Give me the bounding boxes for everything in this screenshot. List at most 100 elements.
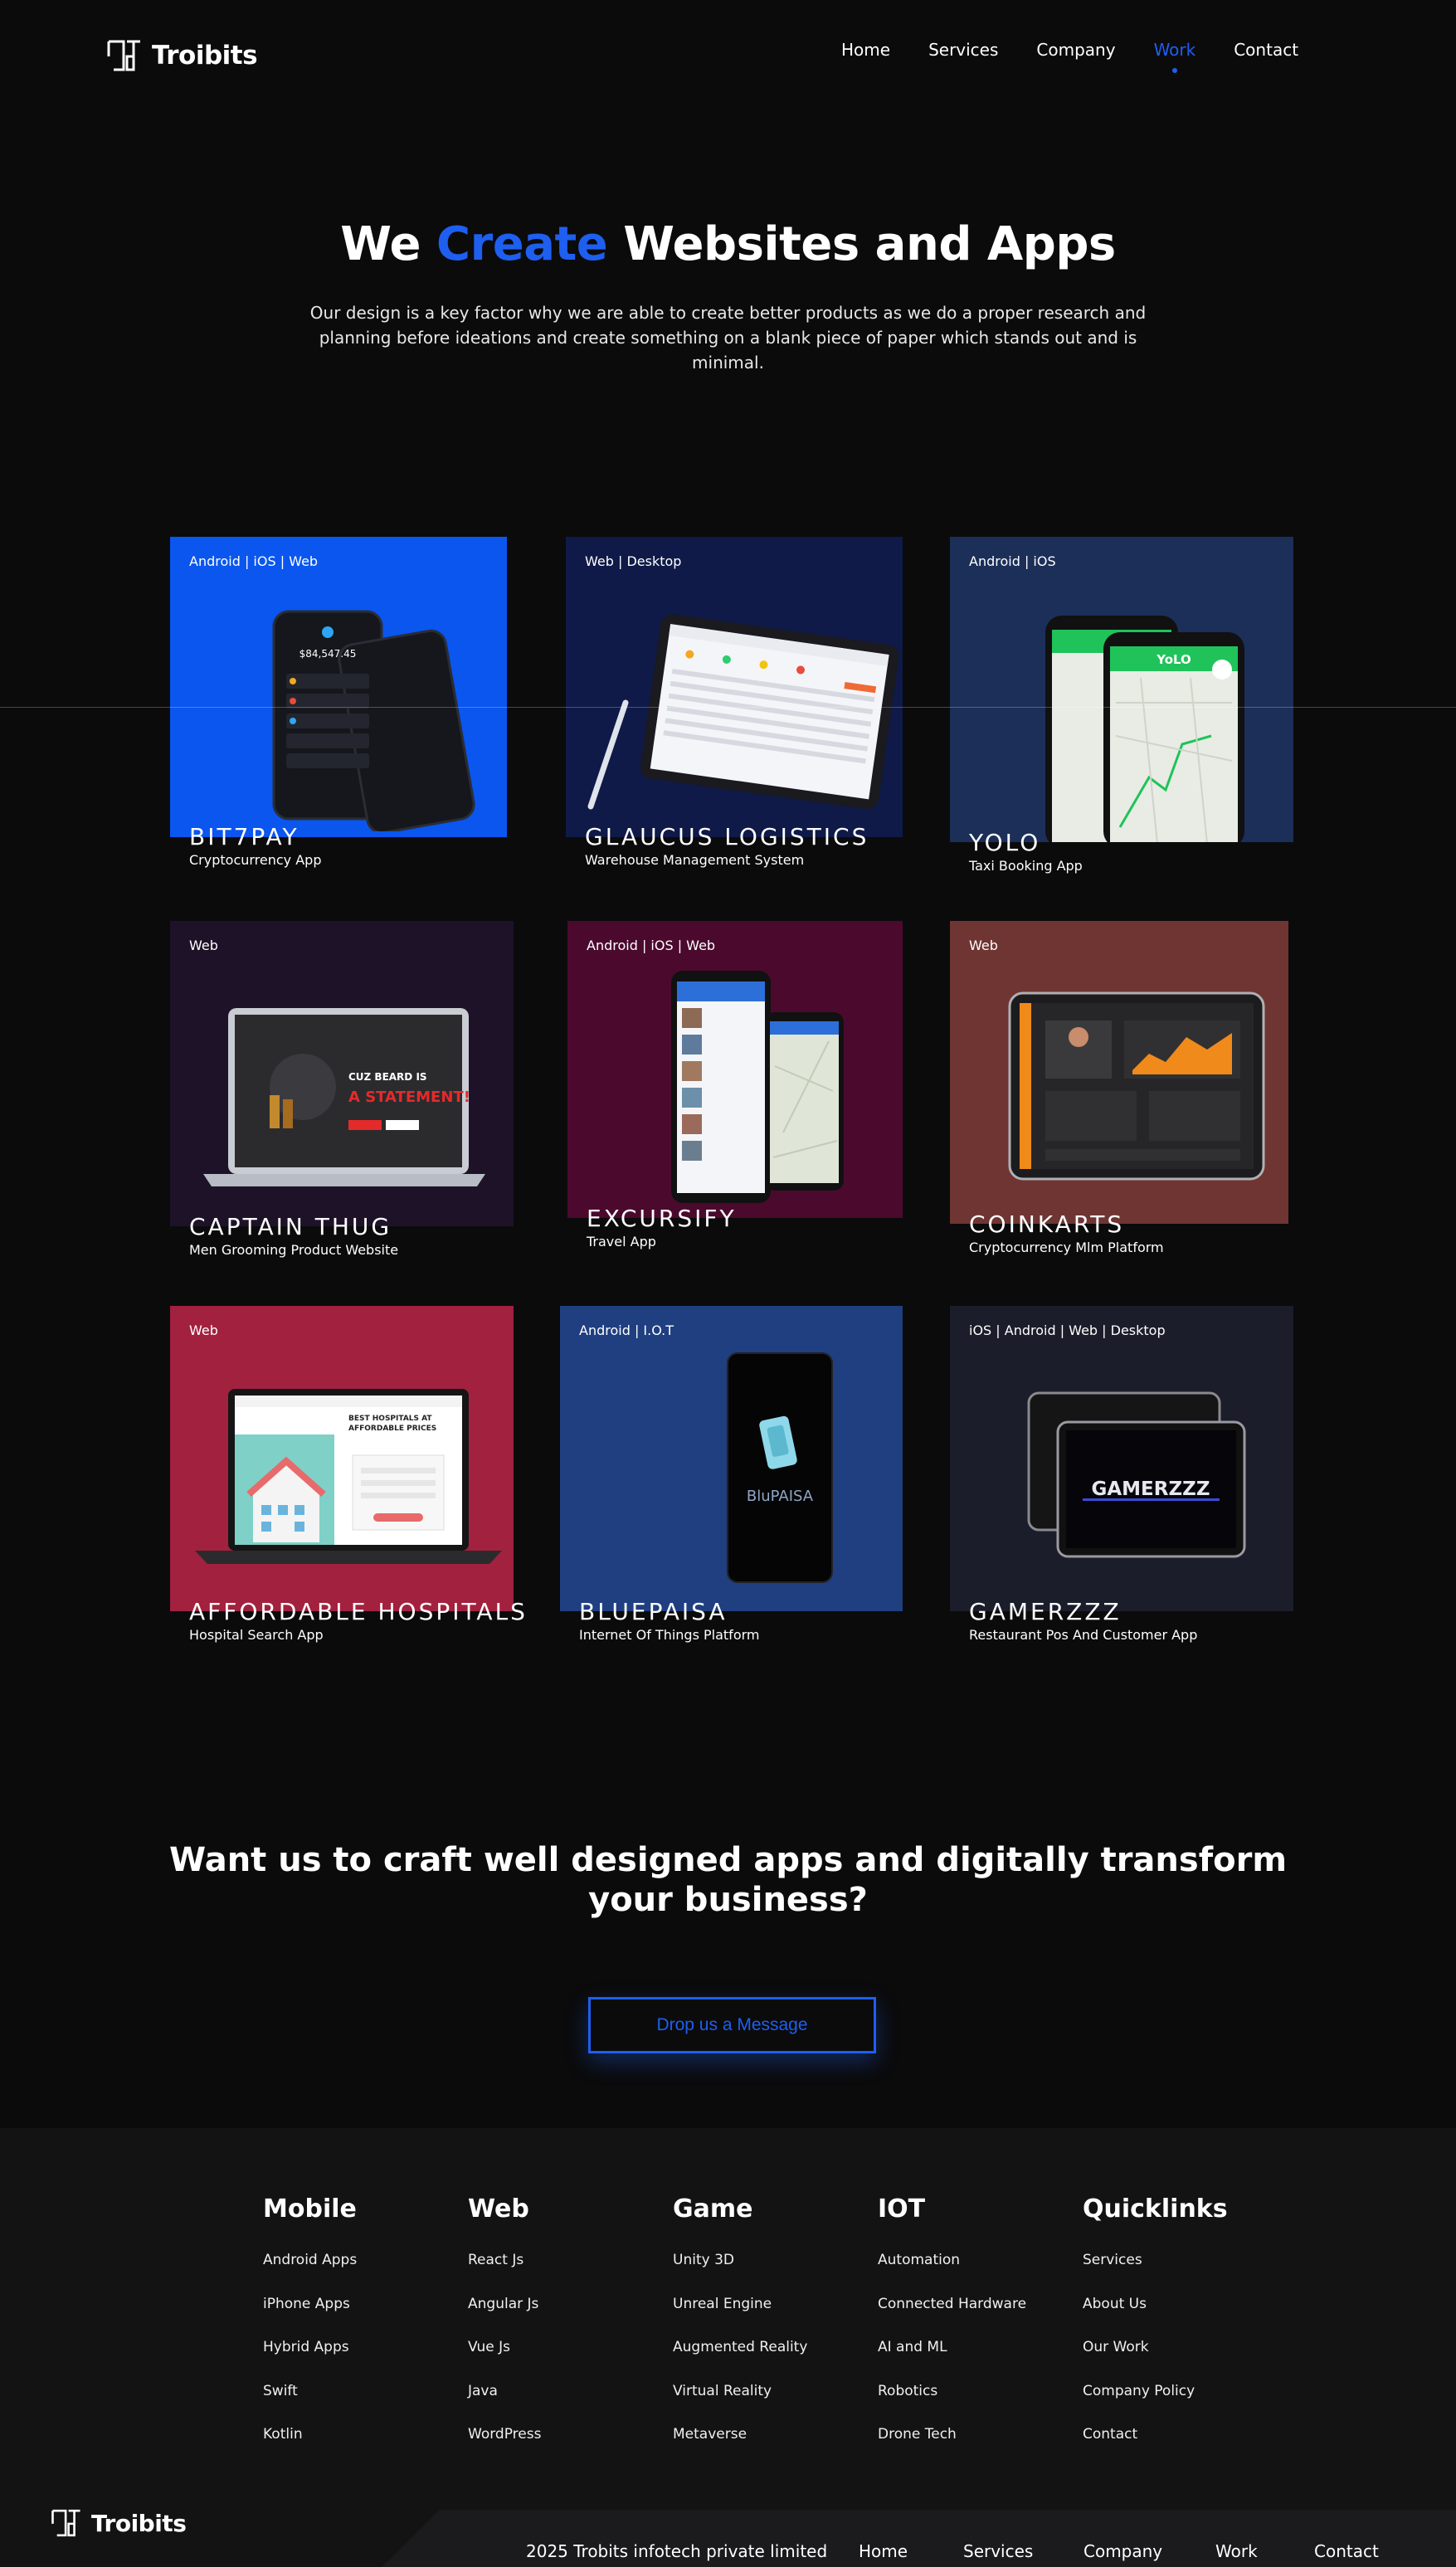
active-indicator-dot (1171, 68, 1177, 73)
nav-home[interactable]: Home (841, 40, 890, 60)
footer-link[interactable]: WordPress (468, 2426, 541, 2470)
laptop-hospital-mockup-illustration: BEST HOSPITALS AT AFFORDABLE PRICES (195, 1389, 502, 1564)
project-tags: Android | iOS | Web (189, 553, 319, 569)
project-subtitle: Internet Of Things Platform (579, 1627, 760, 1643)
project-title: AFFORDABLE HOSPITALS (189, 1598, 528, 1625)
footer-link[interactable]: Metaverse (673, 2426, 807, 2470)
nav-work[interactable]: Work (1154, 40, 1195, 73)
project-title: BLUEPAISA (579, 1598, 728, 1625)
project-tags: Web | Desktop (585, 553, 682, 569)
footer-link[interactable]: Robotics (878, 2383, 1026, 2427)
screen-headline-2: A STATEMENT! (348, 1089, 470, 1106)
footer-link[interactable]: Java (468, 2383, 541, 2427)
footer-column-quicklinks: Quicklinks Services About Us Our Work Co… (1083, 2194, 1228, 2470)
project-tags: Web (189, 1322, 218, 1338)
project-card-captain-thug[interactable]: Web CUZ BEARD IS A STATEMENT! CAPTAIN TH… (170, 921, 514, 1274)
footer-nav-services[interactable]: Services (963, 2541, 1033, 2561)
project-subtitle: Hospital Search App (189, 1627, 324, 1643)
project-title: GAMERZZZ (969, 1598, 1122, 1625)
project-title: COINKARTS (969, 1210, 1125, 1238)
project-card-gamerzzz[interactable]: iOS | Android | Web | Desktop GAMERZZZ G… (950, 1306, 1293, 1654)
footer-link[interactable]: Vue Js (468, 2339, 541, 2383)
project-subtitle: Restaurant Pos And Customer App (969, 1627, 1198, 1643)
screen-brand: BluPAISA (747, 1488, 814, 1505)
screen-balance: $84,547.45 (299, 648, 357, 660)
footer-link[interactable]: Company Policy (1083, 2383, 1228, 2427)
project-tags: iOS | Android | Web | Desktop (969, 1322, 1166, 1338)
footer-column-mobile: Mobile Android Apps iPhone Apps Hybrid A… (263, 2194, 357, 2470)
project-card-yolo[interactable]: Android | iOS YoLO YOLO Taxi Booking App (950, 537, 1293, 889)
footer-link[interactable]: Swift (263, 2383, 357, 2427)
project-card-bluepaisa[interactable]: Android | I.O.T BluPAISA BLUEPAISA Inter… (560, 1306, 903, 1654)
footer-link[interactable]: AI and ML (878, 2339, 1026, 2383)
footer-link[interactable]: Hybrid Apps (263, 2339, 357, 2383)
nav-contact[interactable]: Contact (1234, 40, 1298, 60)
drop-message-button[interactable]: Drop us a Message (588, 1997, 876, 2053)
project-subtitle: Warehouse Management System (585, 852, 805, 868)
footer-link[interactable]: Augmented Reality (673, 2339, 807, 2383)
footer-link[interactable]: Unity 3D (673, 2252, 807, 2296)
project-title: BIT7PAY (189, 823, 299, 850)
hero-title-accent: Create (436, 217, 608, 271)
project-card-bit7pay[interactable]: Android | iOS | Web $84,547.45 BIT7PAY C… (170, 537, 507, 885)
footer-link[interactable]: About Us (1083, 2296, 1228, 2340)
footer-link[interactable]: React Js (468, 2252, 541, 2296)
project-subtitle: Cryptocurrency App (189, 852, 322, 868)
footer-logo[interactable]: Troibits (50, 2506, 187, 2540)
project-subtitle: Cryptocurrency Mlm Platform (969, 1240, 1164, 1255)
project-card-glaucus-logistics[interactable]: Web | Desktop GLAUCUS LOGISTICS Warehous… (566, 537, 903, 885)
project-title: YOLO (969, 829, 1041, 856)
project-card-coinkarts[interactable]: Web COINKARTS Cryptocurrency Mlm Platfor… (950, 921, 1288, 1268)
screen-headline: BEST HOSPITALS AT AFFORDABLE PRICES (348, 1415, 437, 1433)
footer-link[interactable]: Unreal Engine (673, 2296, 807, 2340)
brand-name: Troibits (152, 41, 258, 71)
project-title: CAPTAIN THUG (189, 1213, 392, 1240)
troibits-logo-icon (107, 40, 140, 71)
project-title: EXCURSIFY (587, 1205, 737, 1232)
footer-link[interactable]: Automation (878, 2252, 1026, 2296)
nav-services[interactable]: Services (928, 40, 998, 60)
footer-link[interactable]: iPhone Apps (263, 2296, 357, 2340)
footer-link[interactable]: Kotlin (263, 2426, 357, 2470)
cta-title-line1: Want us to craft well designed apps and … (169, 1841, 1287, 1879)
header-logo[interactable]: Troibits (105, 37, 258, 75)
project-tags: Android | iOS | Web (587, 938, 716, 953)
hero-title-before: We (340, 217, 421, 271)
footer-column-title: Mobile (263, 2194, 357, 2224)
screen-headline-1: CUZ BEARD IS (348, 1071, 427, 1083)
footer-nav-company[interactable]: Company (1083, 2541, 1162, 2561)
footer-nav-contact[interactable]: Contact (1314, 2541, 1379, 2561)
project-tags: Web (189, 938, 218, 953)
main-nav: Home Services Company Work Contact (841, 40, 1337, 73)
project-tags: Android | iOS (969, 553, 1056, 569)
hero-description: Our design is a key factor why we are ab… (309, 303, 1147, 373)
footer-link[interactable]: Android Apps (263, 2252, 357, 2296)
footer-nav-work[interactable]: Work (1215, 2541, 1258, 2561)
footer-nav-home[interactable]: Home (859, 2541, 908, 2561)
project-subtitle: Men Grooming Product Website (189, 1242, 399, 1258)
site-header: Troibits Home Services Company Work Cont… (0, 0, 1456, 108)
footer-link[interactable]: Virtual Reality (673, 2383, 807, 2427)
brand-name: Troibits (91, 2509, 187, 2537)
footer-link[interactable]: Services (1083, 2252, 1228, 2296)
project-subtitle: Travel App (587, 1234, 656, 1249)
project-card-excursify[interactable]: Android | iOS | Web EXCURSIFY Travel App (567, 921, 903, 1265)
project-tags: Android | I.O.T (579, 1322, 674, 1338)
footer-column-title: Web (468, 2194, 529, 2224)
phone-map-mockup-illustration: YoLO (1045, 616, 1244, 842)
nav-company[interactable]: Company (1036, 40, 1115, 60)
project-subtitle: Taxi Booking App (969, 858, 1083, 874)
tablets-gaming-mockup-illustration: GAMERZZZ (1027, 1391, 1246, 1558)
hero-title: We Create Websites and Apps (0, 217, 1456, 271)
copyright-text: 2025 Trobits infotech private limited (526, 2541, 828, 2561)
footer-column-iot: IOT Automation Connected Hardware AI and… (878, 2194, 1026, 2470)
footer-link[interactable]: Contact (1083, 2426, 1228, 2470)
tablet-dashboard-mockup-illustration (1008, 991, 1265, 1181)
footer-link[interactable]: Angular Js (468, 2296, 541, 2340)
project-card-affordable-hospitals[interactable]: Web BEST HOSPITALS AT AFFORDABLE PRICES … (170, 1306, 525, 1654)
footer-link[interactable]: Connected Hardware (878, 2296, 1026, 2340)
footer-link[interactable]: Our Work (1083, 2339, 1228, 2383)
footer-link[interactable]: Drone Tech (878, 2426, 1026, 2470)
footer-column-web: Web React Js Angular Js Vue Js Java Word… (468, 2194, 541, 2470)
project-title: GLAUCUS LOGISTICS (585, 823, 869, 850)
